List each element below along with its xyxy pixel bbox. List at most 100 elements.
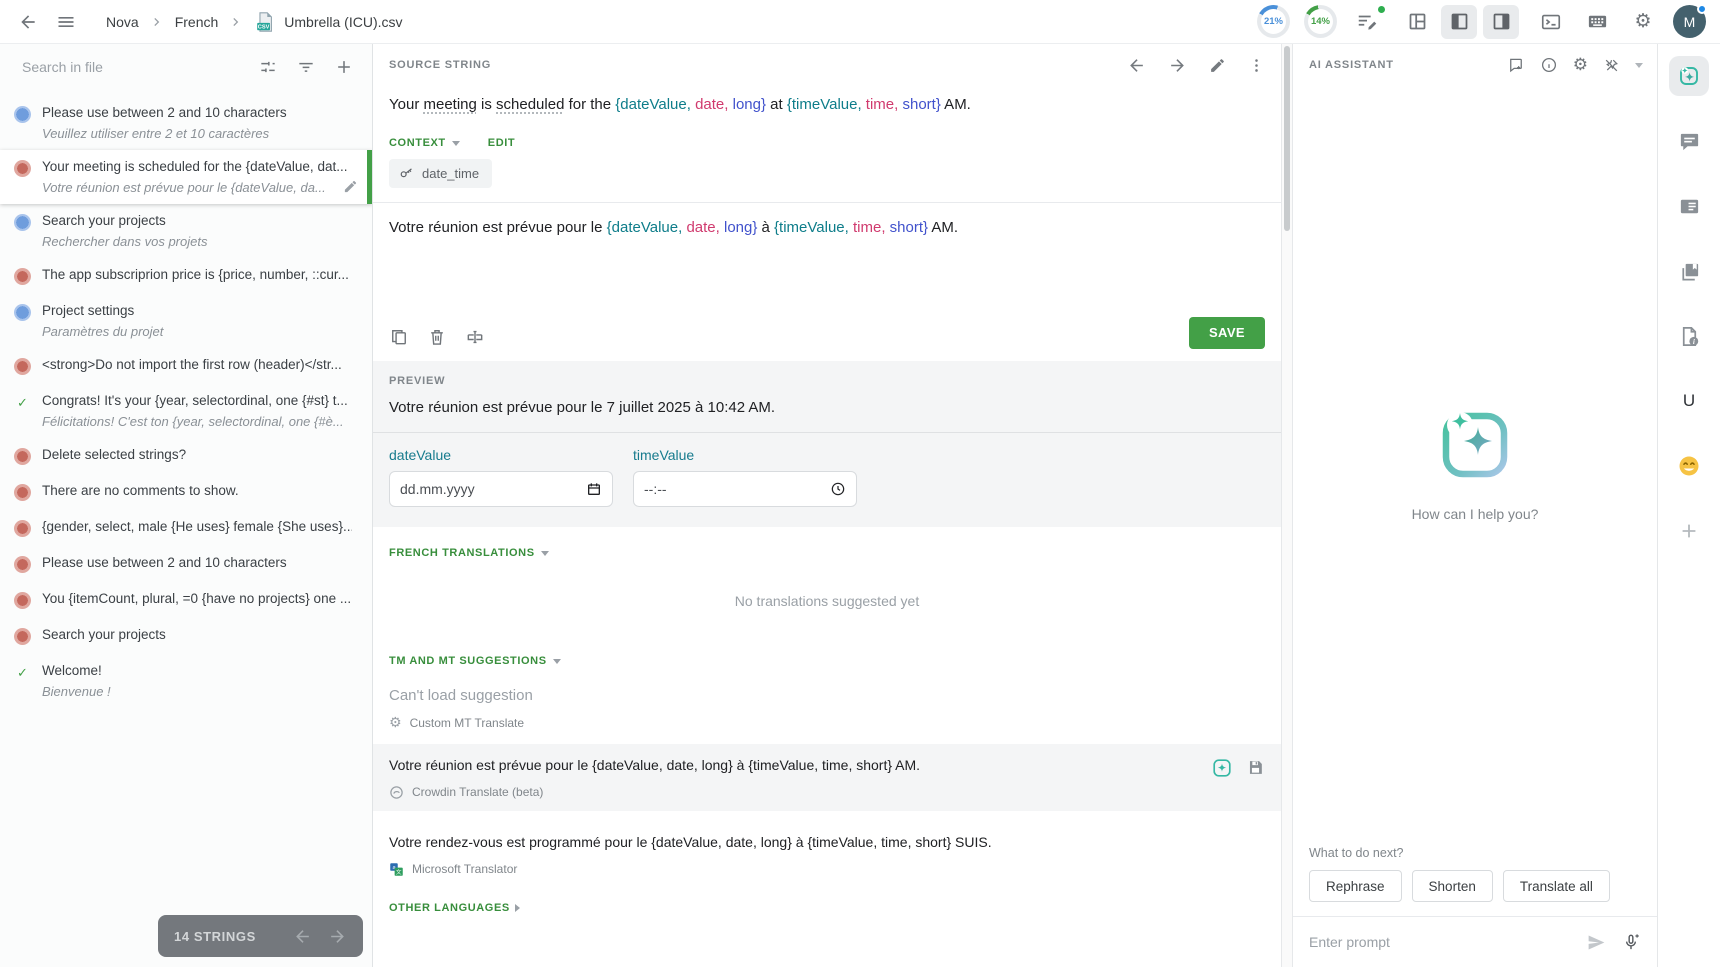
back-button[interactable]: [12, 6, 44, 38]
sidebar-string-item[interactable]: ✓ Welcome! Bienvenue !: [0, 654, 372, 708]
sidebar-string-item[interactable]: Please use between 2 and 10 characters: [0, 546, 372, 582]
ai-assistant-body: How can I help you?: [1293, 86, 1657, 836]
translation-input-text[interactable]: Votre réunion est prévue pour le {dateVa…: [373, 203, 1281, 254]
uservoice-tab[interactable]: U: [1669, 381, 1709, 421]
preview-sentence: Votre réunion est prévue pour le 7 juill…: [389, 399, 1265, 416]
time-input[interactable]: --:--: [633, 471, 857, 507]
sidebar-string-item[interactable]: Search your projects: [0, 618, 372, 654]
date-input[interactable]: dd.mm.yyyy: [389, 471, 613, 507]
proofread-mode-button[interactable]: [1351, 6, 1383, 38]
file-info-tab[interactable]: i: [1669, 316, 1709, 356]
sidebar-string-item[interactable]: Project settings Paramètres du projet: [0, 294, 372, 348]
glossary-tab[interactable]: [1669, 251, 1709, 291]
settings-button[interactable]: ⚙: [1627, 6, 1659, 38]
layout-left-panel-button[interactable]: [1441, 5, 1477, 39]
shorten-button[interactable]: Shorten: [1412, 870, 1493, 902]
french-translations-toggle[interactable]: FRENCH TRANSLATIONS: [389, 547, 535, 559]
translated-progress-ring[interactable]: 21%: [1257, 5, 1290, 38]
add-app-tab[interactable]: [1669, 511, 1709, 551]
sidebar-string-item[interactable]: There are no comments to show.: [0, 474, 372, 510]
suggestion-text[interactable]: Votre réunion est prévue pour le {dateVa…: [389, 757, 1171, 773]
next-string-arrow-icon[interactable]: [1168, 56, 1187, 75]
keyboard-shortcuts-button[interactable]: [1581, 6, 1613, 38]
edit-pencil-icon[interactable]: [343, 179, 358, 194]
layout-right-panel-button[interactable]: [1483, 5, 1519, 39]
string-source-text: <strong>Do not import the first row (hea…: [42, 357, 352, 372]
context-edit-button[interactable]: EDIT: [488, 137, 515, 149]
breadcrumb-project[interactable]: Nova: [106, 14, 139, 30]
suggestion-text[interactable]: Votre rendez-vous est programmé pour le …: [389, 834, 1171, 850]
tm-suggestion-row[interactable]: Votre rendez-vous est programmé pour le …: [373, 821, 1281, 888]
search-input[interactable]: [22, 59, 254, 75]
layout-split-view-button[interactable]: [1399, 5, 1435, 39]
sidebar-string-item[interactable]: <strong>Do not import the first row (hea…: [0, 348, 372, 384]
sidebar-string-item[interactable]: ✓ Congrats! It's your {year, selectordin…: [0, 384, 372, 438]
next-page-arrow-icon[interactable]: [328, 927, 347, 946]
string-source-text: Congrats! It's your {year, selectordinal…: [42, 393, 352, 408]
translate-all-button[interactable]: Translate all: [1503, 870, 1610, 902]
sidebar-string-item[interactable]: The app subscriprion price is {price, nu…: [0, 258, 372, 294]
string-key-chip[interactable]: date_time: [389, 159, 492, 188]
chevron-down-icon[interactable]: [1635, 63, 1643, 68]
context-toggle[interactable]: CONTEXT: [389, 137, 446, 149]
csv-file-icon: CSV: [254, 11, 276, 33]
info-icon[interactable]: [1540, 56, 1558, 74]
prev-page-arrow-icon[interactable]: [293, 927, 312, 946]
advanced-filter-button[interactable]: [254, 53, 282, 81]
previous-string-arrow-icon[interactable]: [1127, 56, 1146, 75]
console-button[interactable]: [1535, 6, 1567, 38]
filter-strings-button[interactable]: [292, 53, 320, 81]
more-options-icon[interactable]: [1248, 57, 1265, 74]
string-texts: Please use between 2 and 10 characters: [42, 555, 352, 570]
rephrase-button[interactable]: Rephrase: [1309, 870, 1402, 902]
approved-progress-ring[interactable]: 14%: [1304, 5, 1337, 38]
breadcrumb-language[interactable]: French: [175, 14, 219, 30]
tm-suggestion-row[interactable]: Votre réunion est prévue pour le {dateVa…: [373, 744, 1281, 811]
select-text-icon[interactable]: [465, 327, 485, 347]
scrollbar-thumb[interactable]: [1284, 46, 1290, 231]
keyboard-icon: [1586, 10, 1609, 33]
editor-scrollbar[interactable]: [1281, 44, 1293, 967]
sidebar-string-item[interactable]: You {itemCount, plural, =0 {have no proj…: [0, 582, 372, 618]
string-texts: {gender, select, male {He uses} female {…: [42, 519, 352, 534]
add-string-button[interactable]: [330, 53, 358, 81]
main-menu-button[interactable]: [50, 6, 82, 38]
clock-icon[interactable]: [830, 481, 846, 497]
string-source-text: Search your projects: [42, 627, 352, 642]
string-info-tab[interactable]: [1669, 186, 1709, 226]
comment-icon: [1678, 130, 1701, 153]
save-button[interactable]: SAVE: [1189, 317, 1265, 349]
string-texts: Project settings Paramètres du projet: [42, 303, 352, 339]
other-languages-toggle[interactable]: OTHER LANGUAGES: [389, 902, 510, 914]
save-suggestion-floppy-icon[interactable]: [1246, 758, 1265, 777]
calendar-icon[interactable]: [586, 481, 602, 497]
clear-translation-trash-icon[interactable]: [427, 327, 447, 347]
user-avatar[interactable]: M: [1673, 5, 1706, 38]
sidebar-string-item[interactable]: Search your projects Rechercher dans vos…: [0, 204, 372, 258]
strings-count-label: 14 STRINGS: [174, 929, 256, 944]
copy-source-icon[interactable]: [389, 327, 409, 347]
voice-input-mic-icon[interactable]: [1621, 932, 1641, 952]
gear-icon[interactable]: ⚙: [1573, 57, 1588, 74]
ai-assistant-tab[interactable]: [1669, 56, 1709, 96]
sidebar-string-item[interactable]: Delete selected strings?: [0, 438, 372, 474]
translation-block[interactable]: Votre réunion est prévue pour le {dateVa…: [373, 203, 1281, 361]
sidebar-string-item[interactable]: Please use between 2 and 10 characters V…: [0, 96, 372, 150]
topbar: Nova French CSV Umbrella (ICU).csv 21%: [0, 0, 1720, 44]
tm-mt-toggle[interactable]: TM AND MT SUGGESTIONS: [389, 655, 547, 667]
comments-tab[interactable]: [1669, 121, 1709, 161]
breadcrumb-file[interactable]: CSV Umbrella (ICU).csv: [254, 11, 402, 33]
sidebar-string-item[interactable]: Your meeting is scheduled for the {dateV…: [0, 150, 372, 204]
sidebar-string-item[interactable]: {gender, select, male {He uses} female {…: [0, 510, 372, 546]
emoji-feedback-tab[interactable]: [1669, 446, 1709, 486]
ai-refine-icon[interactable]: [1211, 757, 1233, 779]
crowdin-logo-icon: [389, 785, 404, 800]
translation-toolbar: [389, 327, 485, 347]
unpin-icon[interactable]: [1603, 57, 1620, 74]
key-icon: [398, 165, 415, 182]
edit-source-pencil-icon[interactable]: [1209, 57, 1226, 74]
ai-prompt-input[interactable]: [1309, 934, 1572, 950]
send-prompt-icon[interactable]: [1586, 932, 1607, 953]
new-chat-icon[interactable]: [1507, 56, 1525, 74]
string-status-icon: [14, 592, 31, 609]
